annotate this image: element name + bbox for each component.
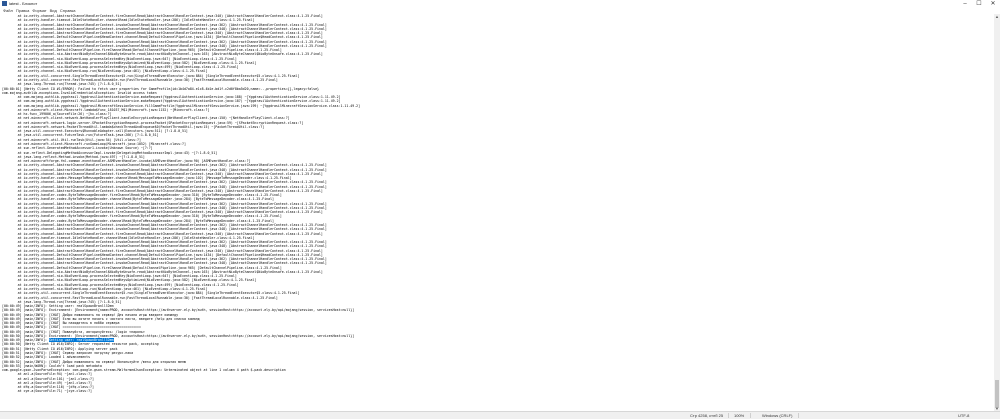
log-lines: at io.netty.channel.AbstractChannelHandl…: [2, 14, 994, 394]
line-ending: Windows (CRLF): [762, 413, 793, 418]
window-title: latest - Блокнот: [9, 1, 38, 6]
maximize-button[interactable]: ☐: [972, 0, 986, 8]
notepad-window: latest - Блокнот – ☐ ✕ Файл Правка Форма…: [0, 0, 1000, 419]
minimize-button[interactable]: –: [958, 0, 972, 8]
scroll-thumb[interactable]: [995, 380, 999, 408]
close-button[interactable]: ✕: [986, 0, 1000, 8]
title-bar: latest - Блокнот – ☐ ✕: [0, 0, 1000, 8]
zoom-level: 100%: [734, 413, 745, 418]
scroll-up-icon[interactable]: ▲: [994, 14, 1000, 19]
vertical-scrollbar[interactable]: ▲ ▼: [994, 14, 1000, 411]
cursor-position: Стр 4258, стлб 25: [690, 413, 724, 418]
encoding: UTF-8: [958, 413, 970, 418]
status-bar: Стр 4258, стлб 25 100% Windows (CRLF) UT…: [0, 411, 1000, 419]
log-line: at cye.a(SourceFile:71) ~[cye.class:?]: [2, 389, 93, 394]
notepad-icon: [2, 1, 7, 6]
text-editor[interactable]: at io.netty.channel.AbstractChannelHandl…: [0, 14, 994, 411]
